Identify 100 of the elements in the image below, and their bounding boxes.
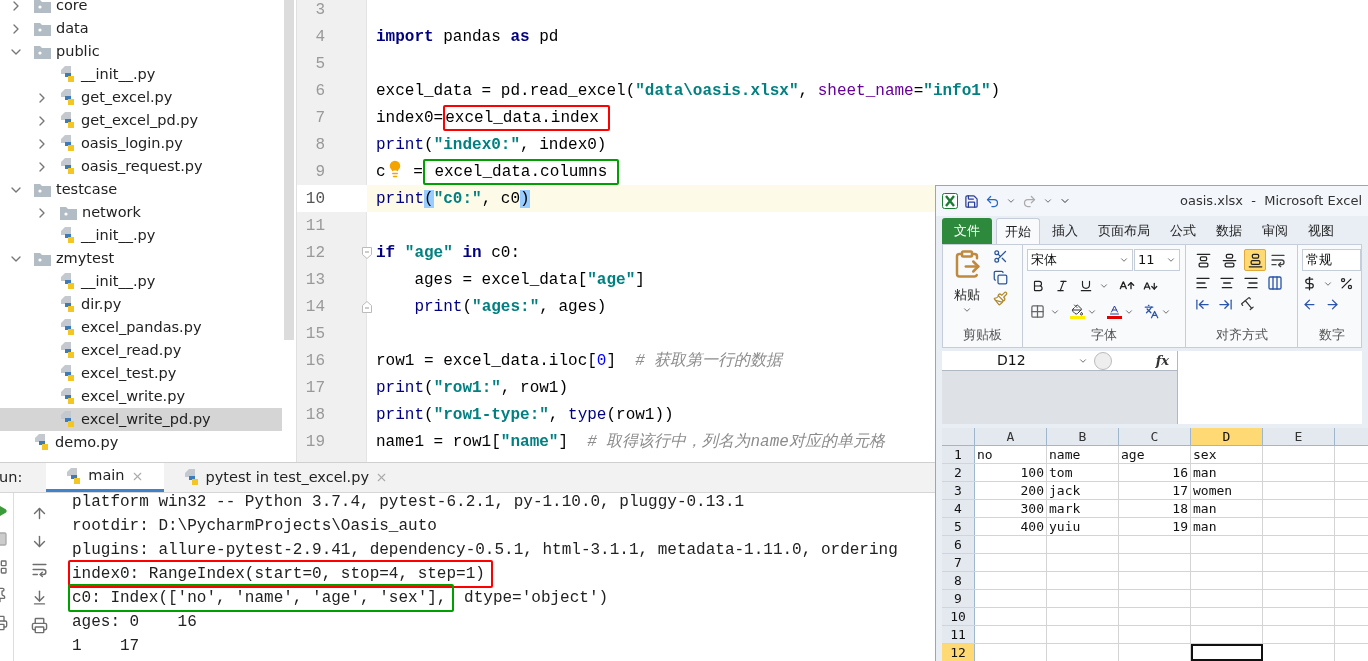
align-right-icon[interactable] [1243, 275, 1259, 291]
percent-icon[interactable] [1339, 276, 1354, 291]
run-tab[interactable]: main [46, 463, 164, 492]
line-number: 14 [304, 296, 325, 318]
dropdown-caret-icon[interactable] [1099, 281, 1109, 291]
phonetic-guide-icon[interactable] [1144, 304, 1159, 319]
code-token: "age" [404, 243, 454, 262]
resize-grip-icon[interactable] [1094, 351, 1112, 370]
ribbon-tab[interactable]: 视图 [1300, 218, 1342, 244]
code-token: "index0:" [433, 135, 521, 154]
tree-item[interactable]: demo.py [0, 431, 282, 454]
insert-function-button[interactable]: fx [1155, 350, 1169, 371]
tree-item[interactable]: excel_read.py [0, 339, 282, 362]
ribbon-tab[interactable]: 数据 [1208, 218, 1250, 244]
code-token: ) [520, 189, 530, 208]
dropdown-caret-icon[interactable] [1119, 255, 1129, 265]
currency-icon[interactable] [1302, 276, 1317, 291]
line-number: 18 [304, 404, 325, 426]
tree-item[interactable]: excel_write.py [0, 385, 282, 408]
ribbon-tab[interactable]: 公式 [1162, 218, 1204, 244]
row-header[interactable]: 11 [942, 626, 975, 643]
tree-item[interactable]: public [0, 40, 282, 63]
run-tab[interactable]: pytest in test_excel.py [163, 463, 408, 492]
save-icon[interactable] [964, 193, 979, 209]
code-token: ] [606, 351, 618, 370]
align-left-icon[interactable] [1195, 275, 1211, 291]
wrap-text-icon[interactable] [1270, 252, 1286, 268]
font-size-field[interactable]: 11 [1134, 249, 1180, 271]
tree-item-label: excel_test.py [81, 363, 177, 383]
row-header[interactable]: 2 [942, 464, 975, 481]
row-header[interactable]: 3 [942, 482, 975, 499]
tree-item[interactable]: get_excel_pd.py [0, 109, 282, 132]
ribbon-tab[interactable]: 审阅 [1254, 218, 1296, 244]
copy-icon[interactable] [993, 270, 1008, 285]
tree-item[interactable]: testcase [0, 178, 282, 201]
row-header[interactable]: 7 [942, 554, 975, 571]
tree-item[interactable]: __init__.py [0, 63, 282, 86]
file-tab[interactable]: 文件 [942, 218, 992, 244]
number-format-field[interactable]: 常规 [1302, 249, 1361, 271]
active-cell[interactable] [1191, 644, 1263, 661]
highlighted-code: excel_data.columns [422, 158, 619, 185]
scrollbar[interactable] [284, 0, 294, 340]
tree-item[interactable]: __init__.py [0, 224, 282, 247]
undo-icon[interactable] [985, 193, 1000, 209]
row-header[interactable]: 5 [942, 518, 975, 535]
format-painter-icon[interactable] [993, 291, 1008, 306]
row-header[interactable]: 1 [942, 446, 975, 463]
ribbon-tab[interactable]: 开始 [996, 218, 1040, 244]
dropdown-caret-icon[interactable] [1043, 196, 1053, 206]
tree-item[interactable]: oasis_login.py [0, 132, 282, 155]
column-header[interactable]: D [1191, 428, 1263, 445]
font-name-field[interactable]: 宋体 [1027, 249, 1133, 271]
column-header[interactable]: A [975, 428, 1047, 445]
column-header[interactable]: E [1263, 428, 1335, 445]
cut-icon[interactable] [993, 249, 1008, 264]
code-token: index0= [376, 108, 444, 127]
row-header[interactable]: 9 [942, 590, 975, 607]
font-color-icon[interactable] [1107, 304, 1122, 319]
fill-color-icon[interactable] [1070, 304, 1085, 319]
tree-item[interactable]: zmytest [0, 247, 282, 270]
formula-field[interactable] [1178, 351, 1362, 424]
group-label: 字体 [1090, 326, 1118, 345]
tree-item[interactable]: data [0, 17, 282, 40]
python-file-icon [60, 89, 76, 106]
align-bottom-button[interactable] [1244, 249, 1266, 271]
tree-item[interactable]: core [0, 0, 282, 17]
ribbon-tab[interactable]: 插入 [1044, 218, 1086, 244]
row-header[interactable]: 10 [942, 608, 975, 625]
paste-button[interactable]: 粘贴 [954, 285, 980, 305]
row-header[interactable]: 12 [942, 644, 975, 661]
ribbon-tab[interactable]: 页面布局 [1090, 218, 1158, 244]
borders-icon[interactable] [1030, 304, 1045, 319]
decrease-indent-icon[interactable] [1195, 297, 1210, 312]
align-center-icon[interactable] [1219, 275, 1235, 291]
tree-item[interactable]: __init__.py [0, 270, 282, 293]
tree-item[interactable]: dir.py [0, 293, 282, 316]
tree-item[interactable]: excel_write_pd.py [0, 408, 282, 431]
dropdown-caret-icon[interactable] [1166, 255, 1176, 265]
row-header[interactable]: 6 [942, 536, 975, 553]
column-header[interactable]: B [1047, 428, 1119, 445]
code-token: 0 [596, 351, 607, 370]
row-header[interactable]: 4 [942, 500, 975, 517]
tree-item[interactable]: excel_test.py [0, 362, 282, 385]
tree-item[interactable]: get_excel.py [0, 86, 282, 109]
folder-icon [34, 21, 51, 36]
console-output: dtype='object') [463, 588, 609, 609]
dropdown-caret-icon[interactable] [1006, 196, 1016, 206]
italic-icon[interactable] [1055, 279, 1069, 293]
name-box[interactable]: D12 [942, 351, 1092, 370]
print-icon[interactable] [30, 617, 48, 634]
soft-wrap-icon[interactable] [30, 561, 48, 578]
tree-item[interactable]: oasis_request.py [0, 155, 282, 178]
bold-icon[interactable] [1031, 279, 1045, 293]
row-header[interactable]: 8 [942, 572, 975, 589]
tree-item[interactable]: network [0, 201, 282, 224]
excel-logo-icon[interactable] [942, 193, 958, 209]
code-token: "name" [500, 432, 559, 451]
underline-icon[interactable] [1079, 279, 1093, 293]
tree-item[interactable]: excel_pandas.py [0, 316, 282, 339]
increase-indent-icon[interactable] [1218, 297, 1233, 312]
